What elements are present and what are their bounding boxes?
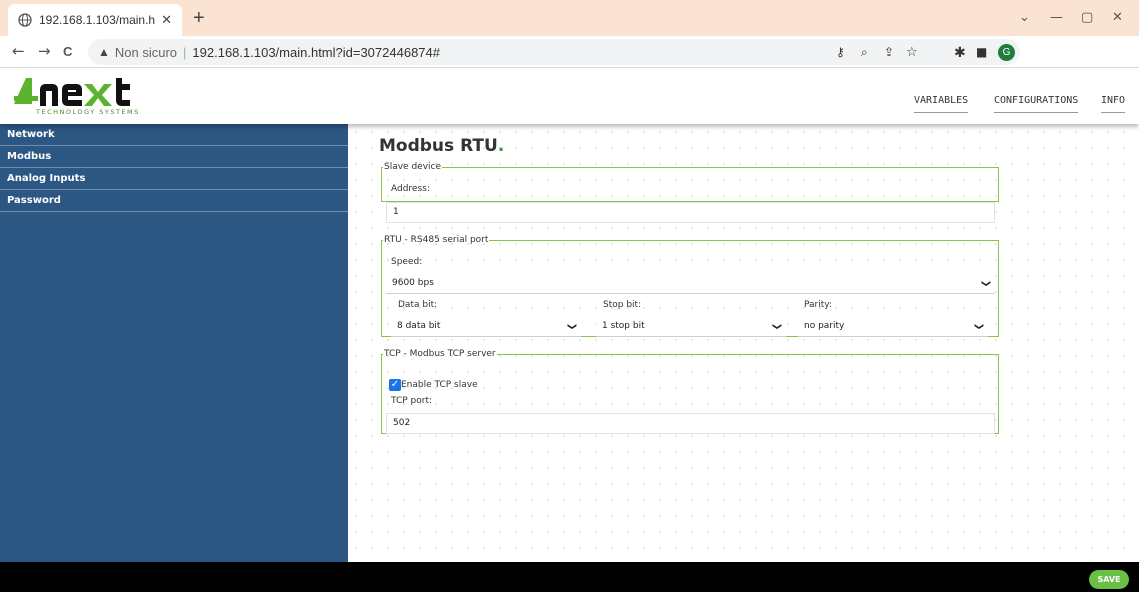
close-tab-icon[interactable]: ✕ bbox=[161, 12, 172, 28]
sidebar-item-analog-inputs[interactable]: Analog Inputs bbox=[0, 168, 348, 190]
tab-title: 192.168.1.103/main.html?id=307 bbox=[39, 13, 156, 27]
key-icon[interactable]: ⚷ bbox=[836, 45, 845, 59]
tcp-fieldset: TCP - Modbus TCP server ✓ Enable TCP sla… bbox=[381, 349, 999, 434]
speed-select[interactable]: 9600 bps ❯ bbox=[386, 273, 995, 294]
sidebar-item-password[interactable]: Password bbox=[0, 190, 348, 212]
slave-device-fieldset: Slave device Address: 1 bbox=[381, 162, 999, 223]
tab-search-icon[interactable]: ⌄ bbox=[1019, 10, 1030, 25]
security-label: Non sicuro bbox=[114, 44, 178, 60]
extensions-icon[interactable]: ✱ bbox=[954, 45, 966, 61]
rtu-legend: RTU - RS485 serial port bbox=[384, 235, 489, 245]
parity-value: no parity bbox=[804, 321, 845, 331]
stop-bit-label: Stop bit: bbox=[603, 300, 642, 310]
browser-toolbar: ← → C ▲ Non sicuro | 192.168.1.103/main.… bbox=[0, 36, 1139, 68]
speed-label: Speed: bbox=[391, 257, 423, 267]
sidebar-item-modbus[interactable]: Modbus bbox=[0, 146, 348, 168]
new-tab-icon[interactable]: + bbox=[193, 7, 205, 30]
tcp-legend: TCP - Modbus TCP server bbox=[384, 349, 496, 359]
address-input[interactable]: 1 bbox=[386, 202, 995, 223]
chevron-down-icon: ❯ bbox=[566, 322, 577, 331]
nav-variables[interactable]: VARIABLES bbox=[914, 95, 969, 113]
data-bit-value: 8 data bit bbox=[397, 321, 441, 331]
page-title-dot: . bbox=[497, 136, 505, 156]
sidebar: Network Modbus Analog Inputs Password bbox=[0, 124, 348, 562]
nav-info[interactable]: INFO bbox=[1101, 95, 1126, 113]
address-label: Address: bbox=[391, 184, 430, 194]
nav-configurations[interactable]: CONFIGURATIONS bbox=[994, 95, 1079, 113]
chevron-down-icon: ❯ bbox=[771, 322, 782, 331]
chevron-down-icon: ❯ bbox=[980, 279, 991, 288]
url-text: 192.168.1.103/main.html?id=3072446874# bbox=[192, 44, 440, 60]
minimize-icon[interactable]: — bbox=[1050, 10, 1063, 25]
browser-tabstrip: 192.168.1.103/main.html?id=307 ✕ + ⌄ — ▢… bbox=[0, 0, 1139, 36]
page-title: Modbus RTU. bbox=[379, 136, 504, 156]
save-button[interactable]: SAVE bbox=[1089, 570, 1129, 589]
parity-select[interactable]: no parity ❯ bbox=[798, 316, 988, 337]
zoom-icon[interactable]: ⌕ bbox=[861, 45, 868, 60]
tcp-port-input[interactable]: 502 bbox=[386, 413, 995, 434]
reload-icon[interactable]: C bbox=[63, 44, 72, 59]
restore-icon[interactable]: ▢ bbox=[1081, 10, 1093, 25]
slave-device-legend: Slave device bbox=[384, 162, 442, 172]
stop-bit-select[interactable]: 1 stop bit ❯ bbox=[596, 316, 786, 337]
enable-tcp-label: Enable TCP slave bbox=[401, 380, 478, 390]
page-title-text: Modbus RTU bbox=[379, 136, 498, 156]
data-bit-label: Data bit: bbox=[398, 300, 438, 310]
speed-value: 9600 bps bbox=[392, 278, 434, 288]
star-icon[interactable]: ☆ bbox=[906, 45, 918, 60]
browser-tab[interactable]: 192.168.1.103/main.html?id=307 ✕ bbox=[8, 4, 182, 36]
share-icon[interactable]: ⇪ bbox=[884, 45, 894, 59]
main-content: Modbus RTU. Slave device Address: 1 RTU … bbox=[348, 124, 1139, 562]
url-separator: | bbox=[183, 44, 187, 60]
sidepanel-icon[interactable]: ■ bbox=[976, 45, 987, 59]
forward-icon[interactable]: → bbox=[38, 42, 51, 60]
tcp-port-label: TCP port: bbox=[391, 396, 433, 406]
enable-tcp-checkbox[interactable]: ✓ bbox=[389, 379, 401, 391]
data-bit-select[interactable]: 8 data bit ❯ bbox=[391, 316, 581, 337]
globe-icon bbox=[18, 13, 32, 27]
back-icon[interactable]: ← bbox=[12, 42, 25, 60]
rtu-fieldset: RTU - RS485 serial port Speed: 9600 bps … bbox=[381, 235, 999, 337]
parity-label: Parity: bbox=[804, 300, 832, 310]
profile-avatar[interactable]: G bbox=[998, 44, 1015, 61]
logo-tagline: TECHNOLOGY SYSTEMS bbox=[36, 108, 140, 116]
sidebar-item-network[interactable]: Network bbox=[0, 124, 348, 146]
address-bar[interactable]: ▲ Non sicuro | 192.168.1.103/main.html?i… bbox=[88, 39, 1020, 65]
app-header: TECHNOLOGY SYSTEMS VARIABLES CONFIGURATI… bbox=[0, 68, 1139, 124]
footer-bar: SAVE bbox=[0, 562, 1139, 592]
chevron-down-icon: ❯ bbox=[973, 322, 984, 331]
warning-icon: ▲ bbox=[98, 45, 110, 59]
stop-bit-value: 1 stop bit bbox=[602, 321, 645, 331]
window-close-icon[interactable]: ✕ bbox=[1112, 10, 1123, 25]
